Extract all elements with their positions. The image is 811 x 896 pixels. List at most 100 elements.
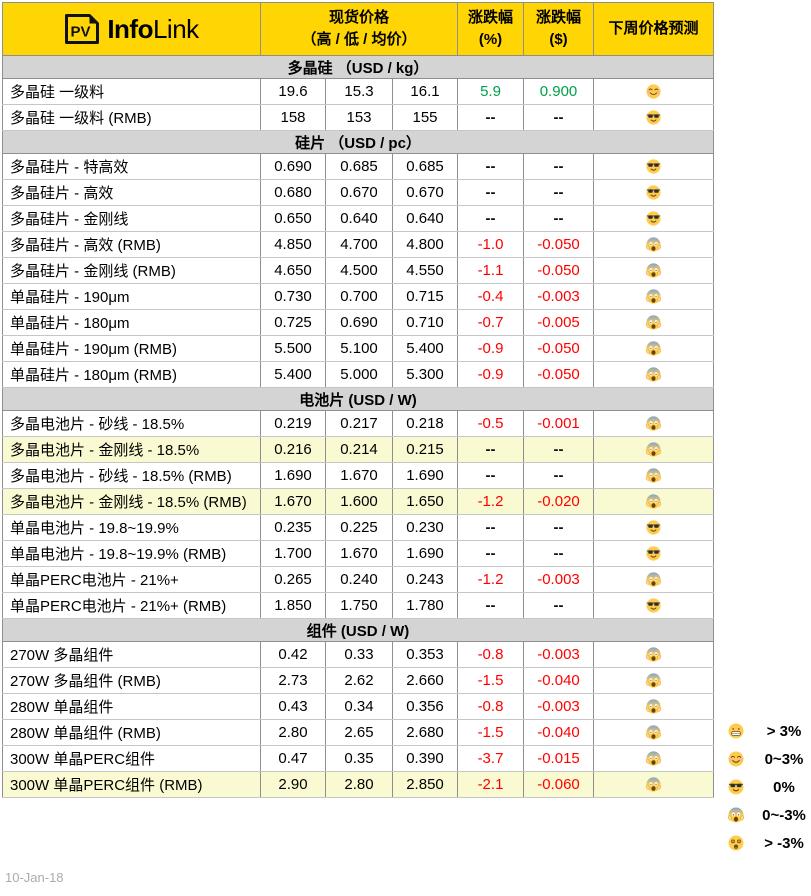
legend-label: 0% <box>753 779 811 796</box>
legend-item: > -3% <box>727 829 811 857</box>
price-row: 单晶硅片 - 190μm0.7300.7000.715-0.4-0.003 <box>3 284 714 310</box>
change-pct-cell: -- <box>458 541 524 567</box>
brand-name: InfoLink <box>107 16 198 42</box>
section-header-row: 多晶硅 （USD / kg） <box>3 56 714 79</box>
forecast-cell <box>594 515 714 541</box>
price-row: 多晶电池片 - 金刚线 - 18.5%0.2160.2140.215---- <box>3 437 714 463</box>
change-usd-cell: -0.015 <box>524 746 594 772</box>
price-avg-cell: 0.670 <box>393 180 458 206</box>
pv-infolink-logo: PV InfoLink <box>3 13 260 45</box>
price-high-cell: 158 <box>261 105 326 131</box>
change-usd-cell: -- <box>524 593 594 619</box>
column-header-change-usd: 涨跌幅 ($) <box>524 3 594 56</box>
row-label: 270W 多晶组件 (RMB) <box>3 668 261 694</box>
legend-item: > 3% <box>727 717 811 745</box>
price-low-cell: 2.62 <box>326 668 393 694</box>
change-pct-cell: -1.0 <box>458 232 524 258</box>
forecast-cell <box>594 746 714 772</box>
change-pct-cell: -2.1 <box>458 772 524 798</box>
scream-emoji-icon <box>727 806 745 824</box>
section-header-row: 电池片 (USD / W) <box>3 388 714 411</box>
forecast-cell <box>594 362 714 388</box>
legend-label: 0~3% <box>753 751 811 768</box>
forecast-cell <box>594 593 714 619</box>
price-row: 300W 单晶PERC组件 (RMB)2.902.802.850-2.1-0.0… <box>3 772 714 798</box>
price-row: 单晶硅片 - 190μm (RMB)5.5005.1005.400-0.9-0.… <box>3 336 714 362</box>
change-usd-cell: -- <box>524 463 594 489</box>
change-pct-cell: -- <box>458 206 524 232</box>
row-label: 280W 单晶组件 (RMB) <box>3 720 261 746</box>
price-row: 多晶硅片 - 金刚线 (RMB)4.6504.5004.550-1.1-0.05… <box>3 258 714 284</box>
price-high-cell: 0.725 <box>261 310 326 336</box>
row-label: 多晶电池片 - 砂线 - 18.5% <box>3 411 261 437</box>
price-row: 多晶硅片 - 特高效0.6900.6850.685---- <box>3 154 714 180</box>
change-usd-cell: -0.050 <box>524 336 594 362</box>
price-high-cell: 2.80 <box>261 720 326 746</box>
cool-emoji-icon <box>645 210 662 227</box>
price-row: 单晶硅片 - 180μm0.7250.6900.710-0.7-0.005 <box>3 310 714 336</box>
price-row: 单晶电池片 - 19.8~19.9%0.2350.2250.230---- <box>3 515 714 541</box>
change-pct-cell: -0.7 <box>458 310 524 336</box>
change-usd-cell: -0.050 <box>524 362 594 388</box>
price-row: 单晶PERC电池片 - 21%+0.2650.2400.243-1.2-0.00… <box>3 567 714 593</box>
price-avg-cell: 4.550 <box>393 258 458 284</box>
row-label: 多晶硅 一级料 (RMB) <box>3 105 261 131</box>
scream-emoji-icon <box>645 366 662 383</box>
change-usd-cell: -- <box>524 154 594 180</box>
row-label: 多晶硅 一级料 <box>3 79 261 105</box>
pv-logo-icon: PV <box>64 13 100 45</box>
price-avg-cell: 0.243 <box>393 567 458 593</box>
price-avg-cell: 0.715 <box>393 284 458 310</box>
change-usd-cell: -0.050 <box>524 258 594 284</box>
price-low-cell: 0.225 <box>326 515 393 541</box>
price-avg-cell: 0.353 <box>393 642 458 668</box>
price-row: 多晶硅片 - 金刚线0.6500.6400.640---- <box>3 206 714 232</box>
price-avg-cell: 0.218 <box>393 411 458 437</box>
price-low-cell: 5.000 <box>326 362 393 388</box>
column-header-change-pct: 涨跌幅 (%) <box>458 3 524 56</box>
price-low-cell: 15.3 <box>326 79 393 105</box>
price-low-cell: 2.80 <box>326 772 393 798</box>
price-high-cell: 1.690 <box>261 463 326 489</box>
change-usd-cell: -0.005 <box>524 310 594 336</box>
price-high-cell: 1.850 <box>261 593 326 619</box>
change-usd-cell: -0.060 <box>524 772 594 798</box>
price-low-cell: 4.700 <box>326 232 393 258</box>
scream-emoji-icon <box>645 236 662 253</box>
price-row: 多晶硅 一级料 (RMB)158153155---- <box>3 105 714 131</box>
change-pct-cell: -0.8 <box>458 694 524 720</box>
row-label: 300W 单晶PERC组件 (RMB) <box>3 772 261 798</box>
section-title: 组件 (USD / W) <box>3 619 714 642</box>
forecast-cell <box>594 411 714 437</box>
price-avg-cell: 16.1 <box>393 79 458 105</box>
price-row: 270W 多晶组件0.420.330.353-0.8-0.003 <box>3 642 714 668</box>
cool-emoji-icon <box>727 778 745 796</box>
price-row: 280W 单晶组件0.430.340.356-0.8-0.003 <box>3 694 714 720</box>
price-row: 多晶硅片 - 高效 (RMB)4.8504.7004.800-1.0-0.050 <box>3 232 714 258</box>
price-low-cell: 5.100 <box>326 336 393 362</box>
smile-emoji-icon <box>727 750 745 768</box>
price-high-cell: 0.680 <box>261 180 326 206</box>
price-low-cell: 1.750 <box>326 593 393 619</box>
forecast-cell <box>594 437 714 463</box>
price-high-cell: 0.265 <box>261 567 326 593</box>
row-label: 多晶电池片 - 砂线 - 18.5% (RMB) <box>3 463 261 489</box>
price-high-cell: 0.42 <box>261 642 326 668</box>
price-high-cell: 0.690 <box>261 154 326 180</box>
row-label: 单晶电池片 - 19.8~19.9% (RMB) <box>3 541 261 567</box>
forecast-cell <box>594 694 714 720</box>
change-pct-cell: -1.2 <box>458 489 524 515</box>
scream-emoji-icon <box>645 646 662 663</box>
price-low-cell: 0.690 <box>326 310 393 336</box>
change-usd-cell: -- <box>524 206 594 232</box>
price-low-cell: 1.670 <box>326 463 393 489</box>
forecast-cell <box>594 258 714 284</box>
change-pct-cell: -- <box>458 593 524 619</box>
scream-emoji-icon <box>645 493 662 510</box>
forecast-cell <box>594 232 714 258</box>
price-avg-cell: 2.680 <box>393 720 458 746</box>
cool-emoji-icon <box>645 184 662 201</box>
cool-emoji-icon <box>645 597 662 614</box>
row-label: 300W 单晶PERC组件 <box>3 746 261 772</box>
change-pct-cell: -- <box>458 105 524 131</box>
